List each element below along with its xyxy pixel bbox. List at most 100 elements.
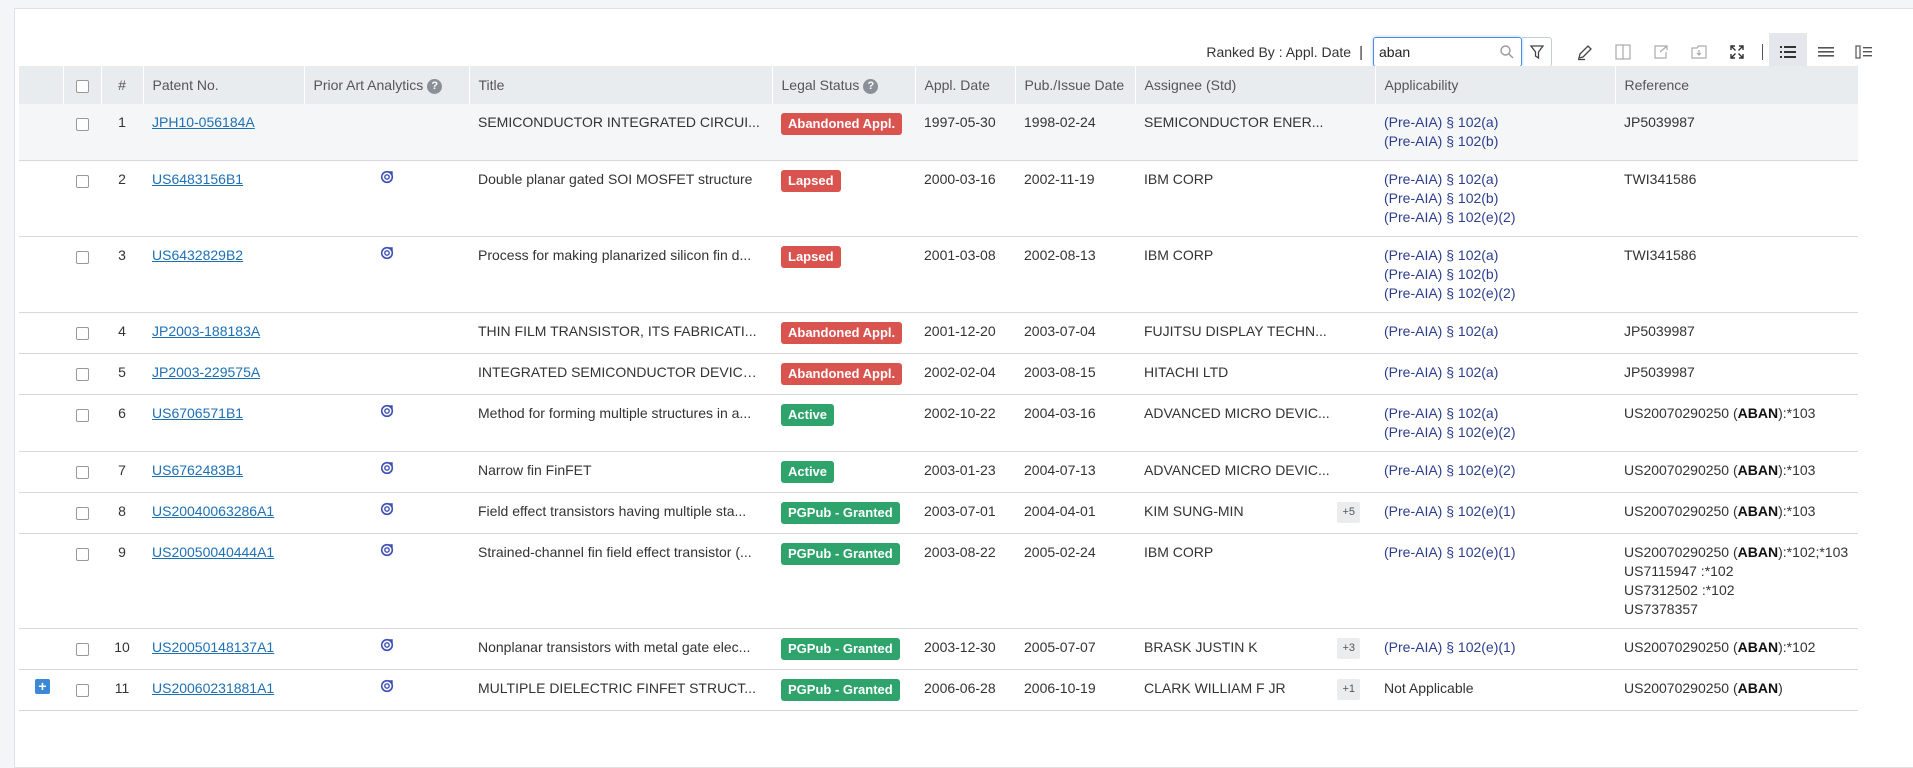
header-reference[interactable]: Reference xyxy=(1615,66,1859,104)
patent-link[interactable]: US6432829B2 xyxy=(152,247,243,263)
prior-art-analytics-icon[interactable] xyxy=(380,502,394,516)
row-checkbox[interactable] xyxy=(75,367,89,381)
patent-link[interactable]: US20050148137A1 xyxy=(152,639,274,655)
header-pub-date[interactable]: Pub./Issue Date xyxy=(1015,66,1136,104)
header-num[interactable]: # xyxy=(101,66,144,104)
table-row[interactable]: 7 US6762483B1 Narrow fin FinFET Active 2003-… xyxy=(19,451,1858,493)
expand-row-button[interactable]: + xyxy=(35,679,50,694)
save-to-folder-button[interactable] xyxy=(1686,37,1712,67)
row-checkbox[interactable] xyxy=(75,117,89,131)
more-assignees-badge[interactable]: +5 xyxy=(1337,502,1360,523)
header-applicability[interactable]: Applicability xyxy=(1375,66,1616,104)
table-row[interactable]: 2 US6483156B1 Double planar gated SOI MOSF… xyxy=(19,160,1858,237)
applicability-link[interactable]: (Pre-AIA) § 102(a) xyxy=(1384,113,1606,132)
patent-link[interactable]: US6483156B1 xyxy=(152,171,243,187)
select-cell[interactable] xyxy=(63,451,101,493)
table-row[interactable]: 1 JPH10-056184A SEMICONDUCTOR INTEGRATED C… xyxy=(19,104,1858,161)
search-input[interactable] xyxy=(1379,39,1499,65)
row-checkbox[interactable] xyxy=(75,250,89,264)
table-row[interactable]: +11 US20060231881A1 MULTIPLE DIELECTRIC FI… xyxy=(19,669,1858,711)
prior-art-analytics-icon[interactable] xyxy=(380,404,394,418)
prior-art-analytics-icon[interactable] xyxy=(380,170,394,184)
applicability-link[interactable]: (Pre-AIA) § 102(b) xyxy=(1384,189,1606,208)
applicability-link[interactable]: (Pre-AIA) § 102(e)(1) xyxy=(1384,543,1606,562)
prior-art-analytics-icon[interactable] xyxy=(380,461,394,475)
select-cell[interactable] xyxy=(63,353,101,395)
help-icon[interactable]: ? xyxy=(863,78,879,94)
header-select-all[interactable] xyxy=(63,66,102,104)
patent-link[interactable]: JPH10-056184A xyxy=(152,114,255,130)
row-checkbox[interactable] xyxy=(75,408,89,422)
patent-link[interactable]: JP2003-188183A xyxy=(152,323,260,339)
row-checkbox[interactable] xyxy=(75,547,89,561)
applicability-link[interactable]: (Pre-AIA) § 102(e)(2) xyxy=(1384,284,1606,303)
row-checkbox[interactable] xyxy=(75,683,89,697)
header-title[interactable]: Title xyxy=(469,66,773,104)
select-cell[interactable] xyxy=(63,533,101,629)
patent-link[interactable]: JP2003-229575A xyxy=(152,364,260,380)
help-icon[interactable]: ? xyxy=(427,78,443,94)
table-row[interactable]: 8 US20040063286A1 Field effect transistors… xyxy=(19,492,1858,534)
filter-button[interactable] xyxy=(1522,37,1552,67)
header-legal-status[interactable]: Legal Status? xyxy=(772,66,916,104)
patent-link[interactable]: US20050040444A1 xyxy=(152,544,274,560)
patent-link[interactable]: US6706571B1 xyxy=(152,405,243,421)
applicability-link[interactable]: (Pre-AIA) § 102(e)(1) xyxy=(1384,502,1606,521)
select-cell[interactable] xyxy=(63,104,101,161)
prior-art-analytics-icon[interactable] xyxy=(380,638,394,652)
prior-art-analytics-icon[interactable] xyxy=(380,679,394,693)
prior-art-analytics-icon[interactable] xyxy=(380,543,394,557)
header-assignee[interactable]: Assignee (Std) xyxy=(1135,66,1376,104)
table-row[interactable]: 6 US6706571B1 Method for forming multiple … xyxy=(19,394,1858,452)
search-box[interactable] xyxy=(1373,37,1522,67)
patent-link[interactable]: US20040063286A1 xyxy=(152,503,274,519)
reference-line: US20070290250 (ABAN):*102 xyxy=(1624,638,1849,657)
applicability-link[interactable]: (Pre-AIA) § 102(e)(2) xyxy=(1384,461,1606,480)
applicability-link[interactable]: (Pre-AIA) § 102(a) xyxy=(1384,170,1606,189)
row-checkbox[interactable] xyxy=(75,174,89,188)
fullscreen-button[interactable] xyxy=(1724,37,1750,67)
patent-cell: JP2003-188183A xyxy=(143,312,304,354)
select-cell[interactable] xyxy=(63,236,101,313)
applicability-link[interactable]: (Pre-AIA) § 102(b) xyxy=(1384,132,1606,151)
select-cell[interactable] xyxy=(63,669,101,711)
assignee-cell: ADVANCED MICRO DEVIC... xyxy=(1135,394,1375,452)
compact-view-icon xyxy=(1818,47,1834,57)
applicability-link[interactable]: (Pre-AIA) § 102(e)(2) xyxy=(1384,208,1606,227)
header-appl-date[interactable]: Appl. Date xyxy=(915,66,1016,104)
more-assignees-badge[interactable]: +3 xyxy=(1337,638,1360,659)
search-icon[interactable] xyxy=(1499,44,1515,60)
more-assignees-badge[interactable]: +1 xyxy=(1337,679,1360,700)
table-row[interactable]: 4 JP2003-188183A THIN FILM TRANSISTOR, ITS… xyxy=(19,312,1858,354)
applicability-link[interactable]: (Pre-AIA) § 102(e)(1) xyxy=(1384,638,1606,657)
row-checkbox[interactable] xyxy=(75,642,89,656)
table-row[interactable]: 10 US20050148137A1 Nonplanar transistors w… xyxy=(19,628,1858,670)
applicability-link[interactable]: (Pre-AIA) § 102(a) xyxy=(1384,322,1606,341)
select-cell[interactable] xyxy=(63,160,101,237)
select-all-checkbox[interactable] xyxy=(75,80,89,94)
applicability-link[interactable]: (Pre-AIA) § 102(b) xyxy=(1384,265,1606,284)
header-patent-no[interactable]: Patent No. xyxy=(143,66,305,104)
highlight-button[interactable] xyxy=(1572,37,1598,67)
compare-button[interactable] xyxy=(1610,37,1636,67)
header-prior-art[interactable]: Prior Art Analytics? xyxy=(304,66,470,104)
row-checkbox[interactable] xyxy=(75,506,89,520)
select-cell[interactable] xyxy=(63,394,101,452)
ranked-by-label[interactable]: Ranked By : Appl. Date xyxy=(1206,44,1351,60)
select-cell[interactable] xyxy=(63,628,101,670)
prior-art-analytics-icon[interactable] xyxy=(380,246,394,260)
table-row[interactable]: 5 JP2003-229575A INTEGRATED SEMICONDUCTOR … xyxy=(19,353,1858,395)
patent-link[interactable]: US20060231881A1 xyxy=(152,680,274,696)
patent-link[interactable]: US6762483B1 xyxy=(152,462,243,478)
row-checkbox[interactable] xyxy=(75,465,89,479)
table-row[interactable]: 9 US20050040444A1 Strained-channel fin fie… xyxy=(19,533,1858,629)
select-cell[interactable] xyxy=(63,492,101,534)
export-button[interactable] xyxy=(1648,37,1674,67)
applicability-link[interactable]: (Pre-AIA) § 102(a) xyxy=(1384,246,1606,265)
select-cell[interactable] xyxy=(63,312,101,354)
applicability-link[interactable]: (Pre-AIA) § 102(e)(2) xyxy=(1384,423,1606,442)
applicability-link[interactable]: (Pre-AIA) § 102(a) xyxy=(1384,363,1606,382)
applicability-link[interactable]: (Pre-AIA) § 102(a) xyxy=(1384,404,1606,423)
table-row[interactable]: 3 US6432829B2 Process for making planarize… xyxy=(19,236,1858,313)
row-checkbox[interactable] xyxy=(75,326,89,340)
